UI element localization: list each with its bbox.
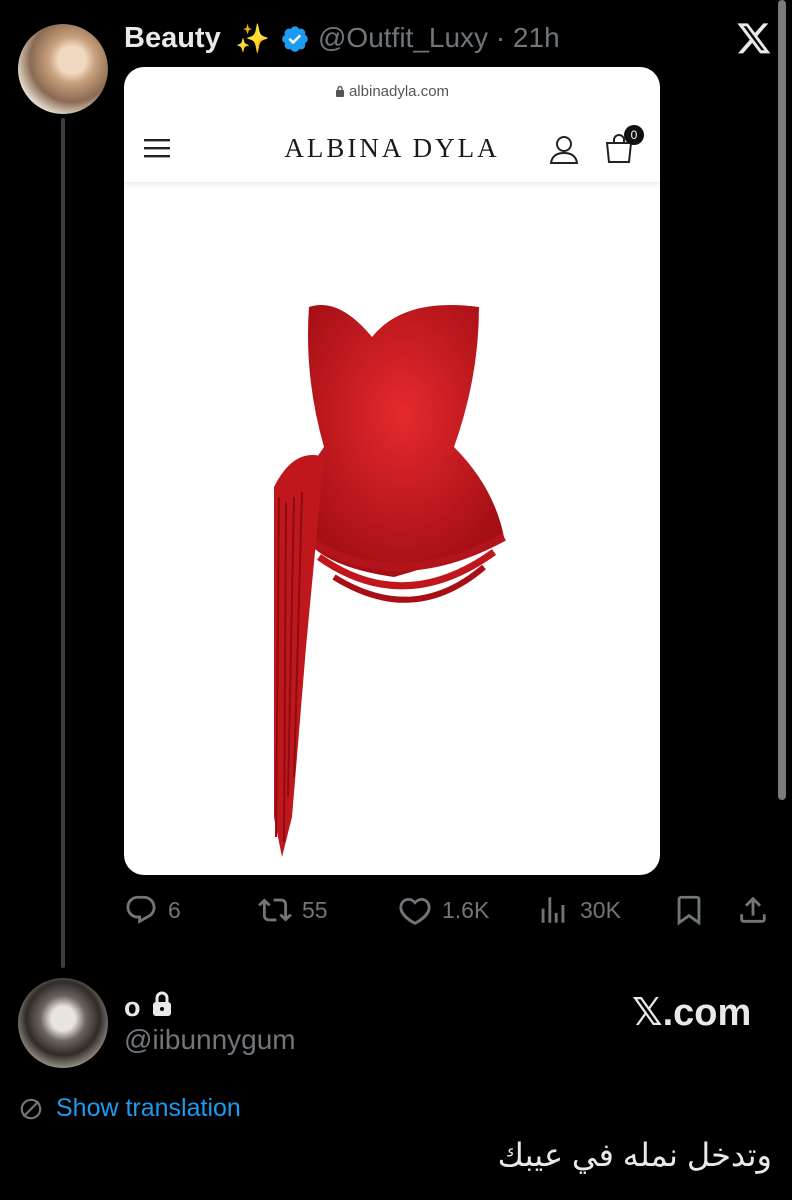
bookmark-icon xyxy=(677,895,701,926)
url-bar: albinadyla.com xyxy=(124,83,660,100)
reply-icon xyxy=(126,895,156,924)
lock-icon xyxy=(153,991,171,1016)
user-icon xyxy=(549,136,579,164)
xcom-watermark: 𝕏.com xyxy=(632,992,752,1034)
like-button[interactable]: 1.6K xyxy=(398,890,489,930)
author-handle-time[interactable]: @Outfit_Luxy · 21h xyxy=(318,22,560,54)
author-name[interactable]: Beauty xyxy=(124,22,221,55)
views-button[interactable]: 30K xyxy=(536,890,621,930)
url-text: albinadyla.com xyxy=(348,83,450,100)
like-count: 1.6K xyxy=(442,896,490,923)
heart-icon xyxy=(399,897,431,925)
share-icon xyxy=(740,896,766,923)
reply-name[interactable]: o xyxy=(124,992,141,1023)
retweet-button[interactable]: 55 xyxy=(258,890,328,930)
bookmark-button[interactable] xyxy=(672,890,706,930)
reply-avatar[interactable] xyxy=(18,978,108,1068)
x-logo-icon[interactable] xyxy=(736,20,772,56)
show-translation-link[interactable]: Show translation xyxy=(56,1094,241,1123)
reply-count: 6 xyxy=(168,896,181,923)
author-avatar[interactable] xyxy=(18,24,108,114)
tweet-image[interactable]: albinadyla.com ALBINA DYLA 0 xyxy=(124,67,660,875)
site-header: ALBINA DYLA 0 xyxy=(124,117,660,183)
views-icon xyxy=(541,897,565,923)
cart-count-badge: 0 xyxy=(624,125,644,145)
retweet-icon xyxy=(258,898,292,922)
retweet-count: 55 xyxy=(302,896,328,923)
lock-icon xyxy=(335,85,344,97)
thread-line xyxy=(61,118,65,968)
translate-icon xyxy=(20,1098,42,1120)
sparkle-emoji: ✨ xyxy=(235,23,270,54)
reply-text: وتدخل نمله في عيبك xyxy=(497,1137,772,1173)
red-dress-image xyxy=(274,305,506,857)
share-button[interactable] xyxy=(736,890,770,930)
scrollbar[interactable] xyxy=(778,0,786,800)
reply-handle[interactable]: @iibunnygum xyxy=(124,1024,296,1056)
reply-button[interactable]: 6 xyxy=(124,890,181,930)
verified-badge-icon xyxy=(282,26,308,52)
view-count: 30K xyxy=(580,896,621,923)
